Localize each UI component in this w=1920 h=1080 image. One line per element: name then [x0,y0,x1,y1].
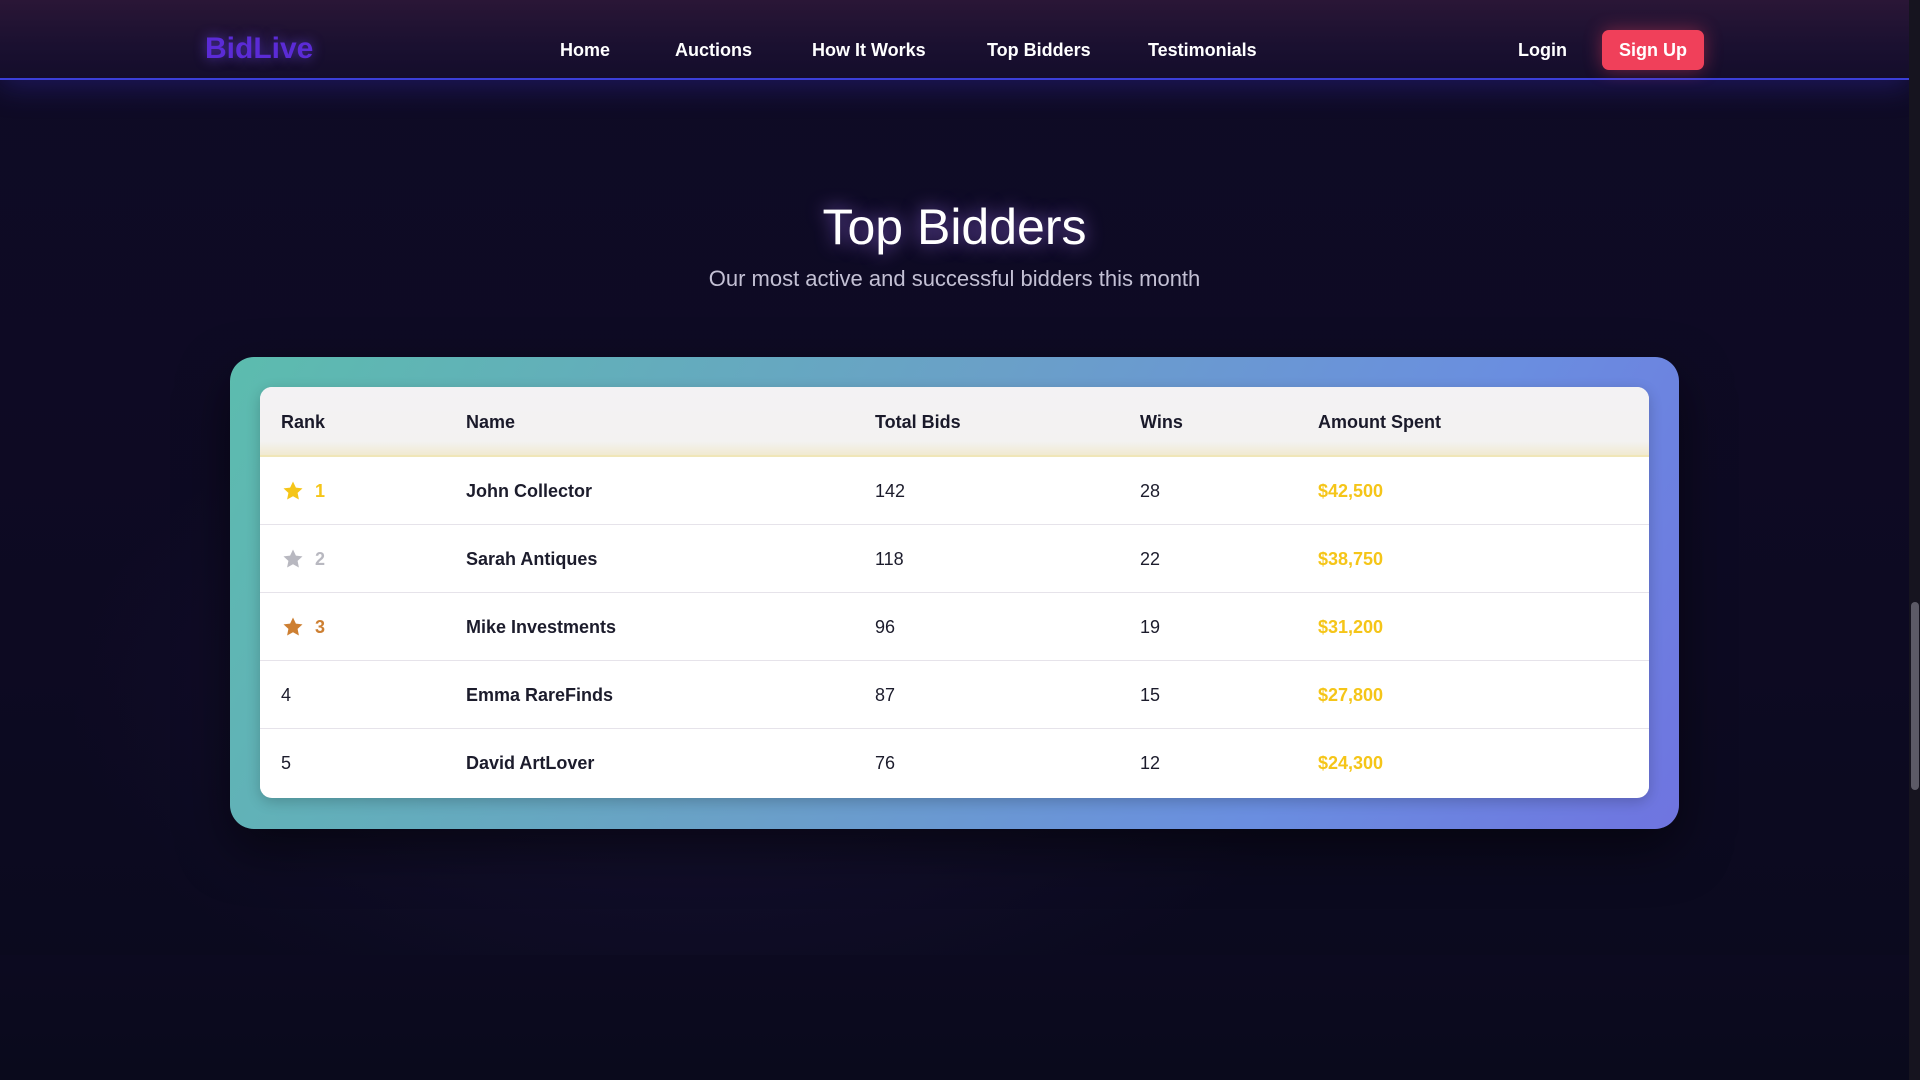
bidder-name[interactable]: Emma RareFinds [466,684,613,706]
amount-spent: $42,500 [1318,481,1384,501]
amount-spent: $31,200 [1318,617,1384,637]
bidder-name[interactable]: Mike Investments [466,616,616,638]
signup-button[interactable]: Sign Up [1602,30,1704,70]
rank-number: 2 [315,549,326,569]
table-row[interactable]: 5 David ArtLover 76 12 $24,300 [260,729,1649,797]
wins: 15 [1140,685,1161,705]
table-header: Rank Name Total Bids Wins Amount Spent [260,387,1649,457]
table-row[interactable]: 4 Emma RareFinds 87 15 $27,800 [260,661,1649,729]
table-row[interactable]: 3 Mike Investments 96 19 $31,200 [260,593,1649,661]
total-bids: 87 [875,685,896,705]
login-link[interactable]: Login [1518,40,1567,61]
total-bids: 96 [875,617,896,637]
rank-number: 4 [281,685,292,705]
bidder-name[interactable]: David ArtLover [466,752,594,774]
amount-spent: $38,750 [1318,549,1384,569]
table-row[interactable]: 2 Sarah Antiques 118 22 $38,750 [260,525,1649,593]
scrollbar-thumb[interactable] [1911,602,1919,790]
page-lower-band [0,955,1909,1080]
top-bidders-table: Rank Name Total Bids Wins Amount Spent 1… [260,387,1649,798]
star-icon [283,549,303,568]
wins: 19 [1140,617,1161,637]
wins: 12 [1140,753,1161,773]
amount-spent: $27,800 [1318,685,1384,705]
rank-number: 3 [315,617,326,637]
brand-logo[interactable]: BidLive [205,30,313,68]
total-bids: 142 [875,481,906,501]
rank-number: 5 [281,753,292,773]
total-bids: 118 [875,549,904,569]
rank-cell: 2 [281,546,325,572]
rank-cell: 3 [281,614,325,640]
star-icon [283,617,303,636]
top-bidders-card: Rank Name Total Bids Wins Amount Spent 1… [230,357,1679,829]
nav-item-testimonials[interactable]: Testimonials [1148,40,1257,61]
nav-item-home[interactable]: Home [560,40,610,61]
column-header-amount-spent: Amount Spent [1318,412,1441,432]
column-header-name: Name [466,412,516,432]
nav-item-how-it-works[interactable]: How It Works [812,40,926,61]
table-row[interactable]: 1 John Collector 142 28 $42,500 [260,457,1649,525]
wins: 28 [1140,481,1161,501]
site-header: BidLive Home Auctions How It Works Top B… [0,0,1909,80]
section-title: Top Bidders [822,199,1087,255]
bidder-name[interactable]: Sarah Antiques [466,548,597,570]
bidder-name[interactable]: John Collector [466,480,592,502]
rank-number: 1 [315,481,326,501]
column-header-wins: Wins [1140,412,1183,432]
amount-spent: $24,300 [1318,753,1384,773]
section-subtitle: Our most active and successful bidders t… [708,266,1201,291]
scrollbar-track[interactable] [1909,0,1920,1080]
star-icon [283,481,303,500]
wins: 22 [1140,549,1161,569]
nav-item-top-bidders[interactable]: Top Bidders [987,40,1091,61]
rank-cell: 1 [281,478,325,504]
column-header-rank: Rank [281,412,326,432]
nav-item-auctions[interactable]: Auctions [675,40,752,61]
column-header-total-bids: Total Bids [875,412,961,432]
total-bids: 76 [875,753,896,773]
